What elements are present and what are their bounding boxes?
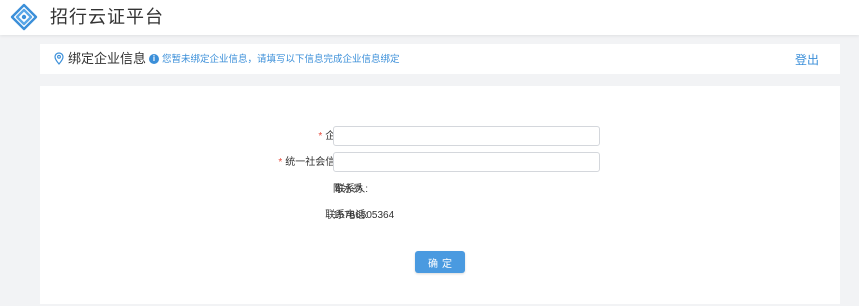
- contact-phone-value: 15766505364: [333, 210, 395, 221]
- info-icon: i: [149, 54, 159, 64]
- logout-link[interactable]: 登出: [795, 52, 819, 68]
- page-header: 绑定企业信息 i 您暂未绑定企业信息，请填写以下信息完成企业信息绑定 登出: [40, 44, 840, 74]
- required-mark: *: [318, 131, 323, 142]
- page-title: 绑定企业信息: [68, 51, 147, 66]
- location-pin-icon: [54, 52, 64, 65]
- credit-code-input[interactable]: [333, 152, 600, 172]
- binding-form: *企业名称: *统一社会信用代码: 联系人: 陈水秀 联系电话: 1576650…: [40, 86, 840, 304]
- contact-phone-row: 联系电话: 15766505364: [40, 205, 840, 227]
- top-bar: 招行云证平台: [0, 0, 859, 35]
- confirm-button[interactable]: 确定: [415, 251, 465, 273]
- credit-code-row: * 统一社会信用代码:: [40, 152, 840, 174]
- binding-notice: 您暂未绑定企业信息，请填写以下信息完成企业信息绑定: [162, 54, 400, 65]
- cmb-logo-icon: [10, 3, 38, 31]
- required-mark: *: [278, 157, 283, 168]
- company-name-row: *企业名称:: [40, 126, 840, 148]
- contact-person-row: 联系人: 陈水秀: [40, 179, 840, 201]
- company-name-input[interactable]: [333, 126, 600, 146]
- contact-person-value: 陈水秀: [333, 184, 363, 195]
- app-title: 招行云证平台: [50, 7, 164, 27]
